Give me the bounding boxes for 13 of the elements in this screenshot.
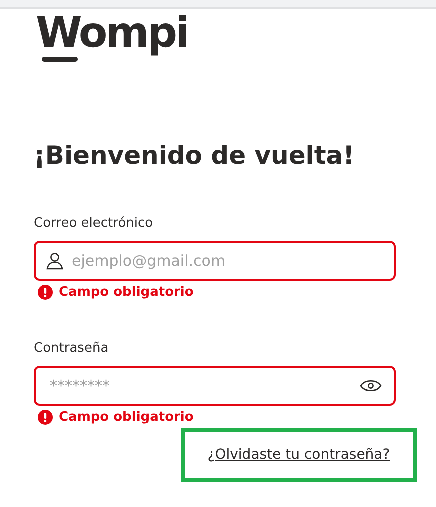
field-label: Contraseña	[34, 340, 109, 358]
error-message: Campo obligatorio	[59, 285, 194, 300]
welcome-heading: ¡Bienvenido de vuelta!	[34, 140, 356, 172]
email-field[interactable]: ejemplo@gmail.com	[34, 241, 396, 281]
error-message: Campo obligatorio	[59, 410, 194, 425]
password-field[interactable]: ********	[34, 366, 396, 406]
alert-icon	[38, 285, 53, 300]
user-icon	[46, 252, 64, 270]
logo: Wompi	[36, 9, 188, 61]
alert-icon	[38, 410, 53, 425]
field-label: Correo electrónico	[34, 215, 154, 233]
forgot-password-link[interactable]: ¿Olvidaste tu contraseña?	[208, 447, 390, 463]
eye-icon[interactable]	[360, 379, 382, 393]
